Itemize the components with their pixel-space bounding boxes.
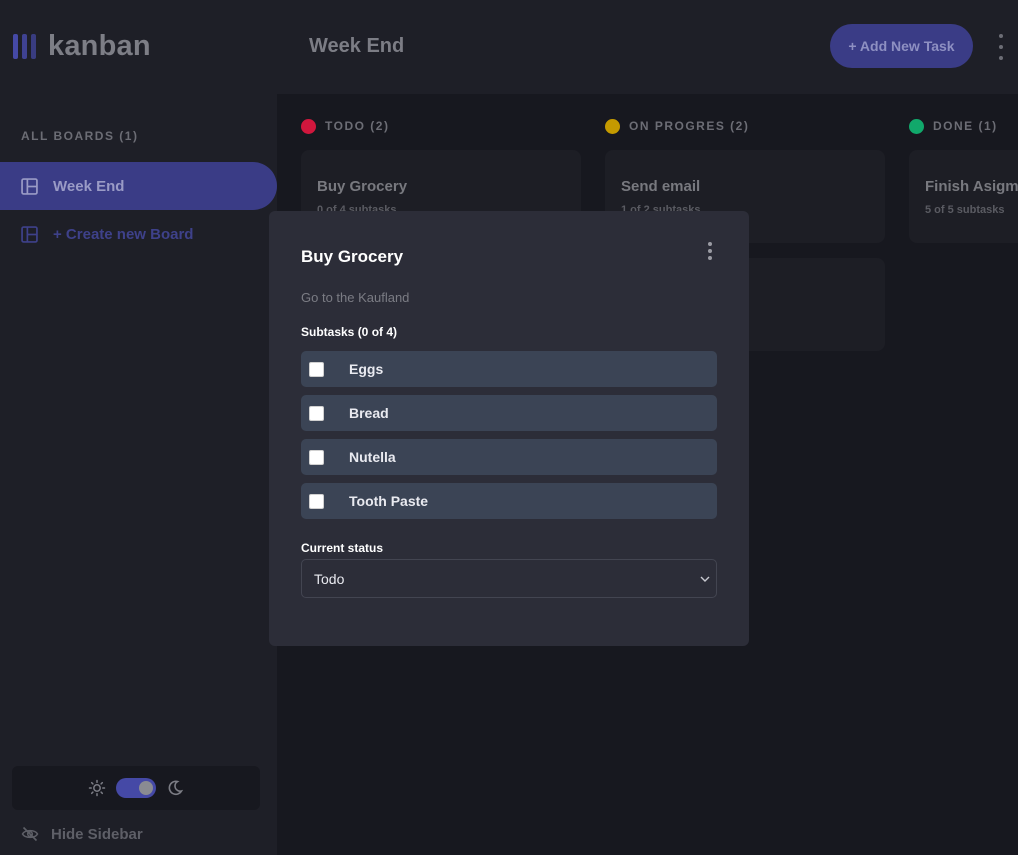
hide-sidebar-button[interactable]: Hide Sidebar	[21, 822, 143, 846]
task-title: Finish Asigment	[925, 178, 1018, 195]
task-title: Buy Grocery	[317, 178, 408, 195]
task-description: Go to the Kaufland	[301, 290, 410, 305]
column-header: TODO (2)	[301, 115, 581, 137]
add-new-task-button[interactable]: + Add New Task	[830, 24, 973, 68]
task-options-icon[interactable]	[705, 242, 715, 260]
all-boards-heading: ALL BOARDS (1)	[21, 129, 139, 143]
subtask-label: Tooth Paste	[349, 493, 429, 509]
chevron-down-icon	[700, 576, 710, 582]
subtask-item[interactable]: Tooth Paste	[301, 483, 717, 519]
sidebar-item-label: Week End	[53, 177, 125, 195]
subtask-checkbox[interactable]	[309, 493, 324, 509]
status-dot	[909, 118, 924, 134]
column-todo: TODO (2) Buy Grocery 0 of 4 subtasks	[301, 115, 581, 243]
column-title: DONE (1)	[933, 119, 998, 133]
subtasks-heading: Subtasks (0 of 4)	[301, 325, 398, 339]
create-new-board-button[interactable]: + Create new Board	[0, 210, 277, 258]
status-dot	[301, 118, 316, 134]
sidebar-item-week-end[interactable]: Week End	[0, 162, 277, 210]
logo-text: kanban	[48, 29, 151, 62]
task-title: Send email	[621, 178, 701, 195]
board-icon	[21, 177, 38, 195]
eye-slash-icon	[21, 826, 39, 842]
subtask-label: Nutella	[349, 449, 396, 465]
create-board-label: + Create new Board	[53, 225, 194, 243]
task-card[interactable]: Finish Asigment 5 of 5 subtasks	[909, 150, 1018, 243]
subtask-checkbox[interactable]	[309, 449, 324, 465]
column-title: TODO (2)	[325, 119, 390, 133]
theme-switch-knob	[139, 781, 153, 795]
subtask-label: Bread	[349, 405, 389, 421]
kanban-logo-icon	[13, 33, 36, 59]
subtask-checkbox[interactable]	[309, 361, 324, 377]
sidebar: ALL BOARDS (1) Week End + Create new Boa…	[0, 94, 277, 855]
subtask-item[interactable]: Bread	[301, 395, 717, 431]
app-logo: kanban	[13, 29, 151, 62]
column-title: ON PROGRES (2)	[629, 119, 750, 133]
board-options-icon[interactable]	[995, 34, 1007, 60]
subtask-checkbox[interactable]	[309, 405, 324, 421]
column-header: DONE (1)	[909, 115, 1018, 137]
top-header: kanban Week End + Add New Task	[0, 0, 1018, 94]
column-done: DONE (1) Finish Asigment 5 of 5 subtasks	[909, 115, 1018, 255]
subtask-label: Eggs	[349, 361, 384, 377]
status-select[interactable]: Todo	[301, 559, 717, 598]
current-status-label: Current status	[301, 541, 384, 555]
column-on-progress: ON PROGRES (2) Send email 1 of 2 subtask…	[605, 115, 885, 351]
task-subtask-count: 5 of 5 subtasks	[925, 204, 1005, 216]
column-header: ON PROGRES (2)	[605, 115, 885, 137]
board-icon	[21, 225, 38, 243]
moon-icon	[168, 780, 184, 796]
sun-icon	[88, 779, 106, 797]
task-detail-modal: Buy Grocery Go to the Kaufland Subtasks …	[269, 211, 749, 646]
theme-toggle-panel	[12, 766, 260, 810]
subtask-item[interactable]: Eggs	[301, 351, 717, 387]
hide-sidebar-label: Hide Sidebar	[51, 825, 143, 843]
subtask-item[interactable]: Nutella	[301, 439, 717, 475]
theme-switch[interactable]	[116, 778, 156, 798]
status-dot	[605, 118, 620, 134]
status-select-value: Todo	[314, 570, 345, 587]
modal-task-title: Buy Grocery	[301, 247, 404, 266]
board-title: Week End	[309, 35, 405, 57]
